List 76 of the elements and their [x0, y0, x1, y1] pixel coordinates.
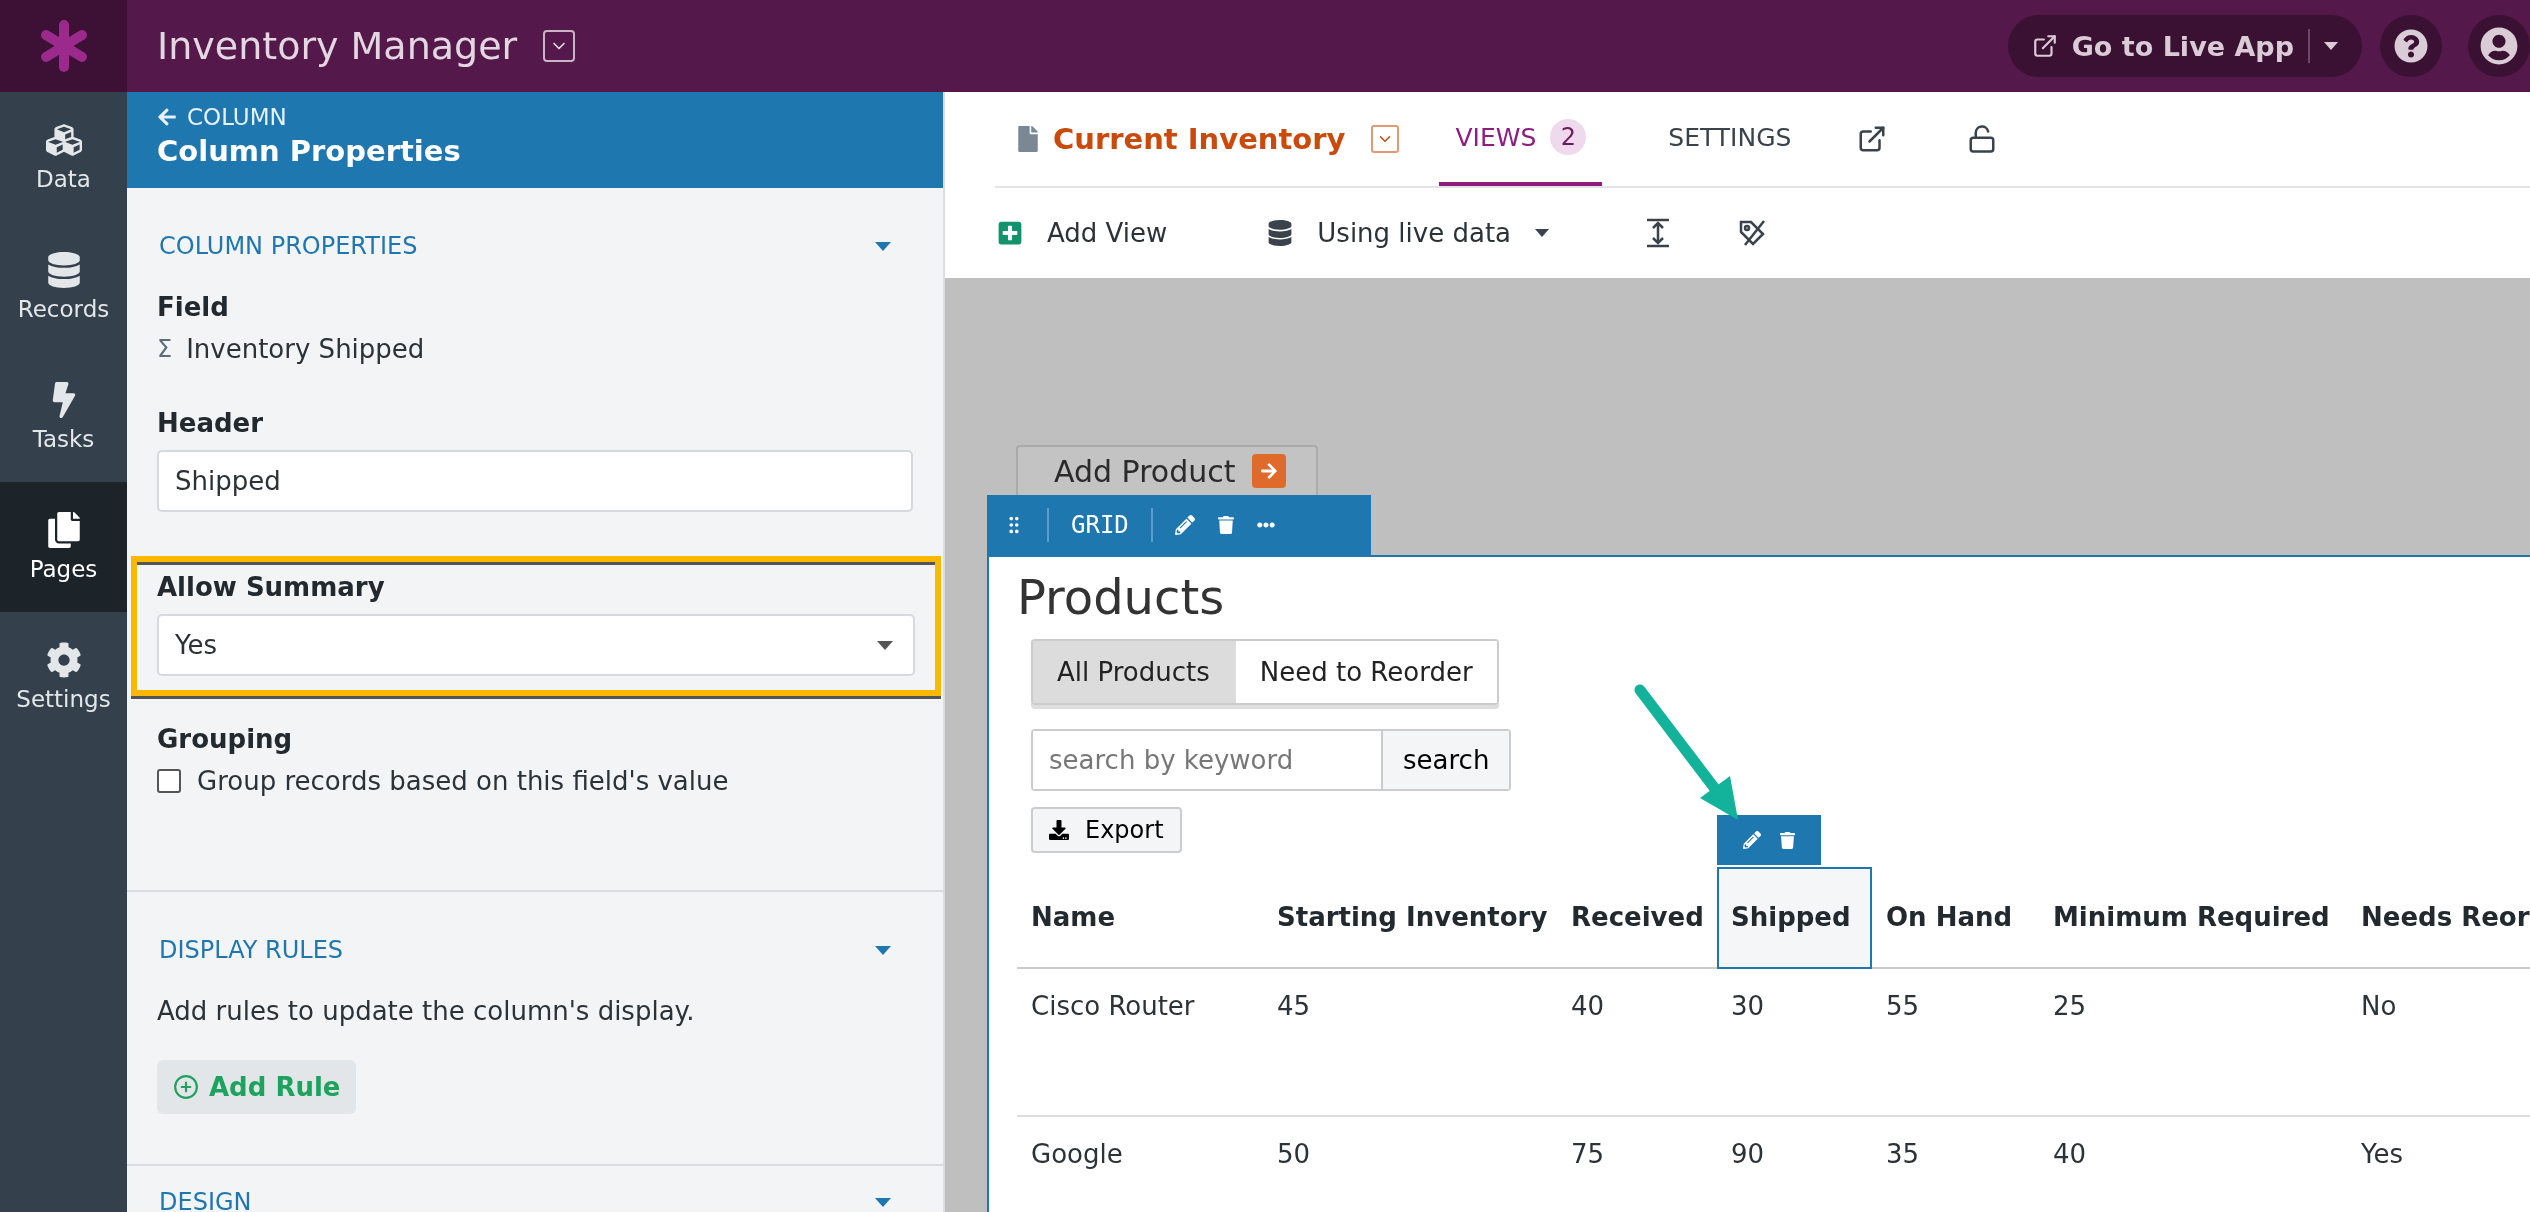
download-icon [1049, 820, 1069, 840]
nav-item[interactable]: Data [0, 92, 127, 222]
table-cell: No [2347, 969, 2530, 1117]
field-label: Grouping [157, 724, 294, 754]
plus-circle-icon [173, 1074, 199, 1100]
section-header[interactable]: DISPLAY RULES [157, 936, 913, 964]
table-cell: 30 [1717, 969, 1872, 1117]
element-type-label: GRID [1071, 511, 1129, 539]
back-arrow-icon [157, 107, 177, 127]
caret-icon [2324, 42, 2338, 50]
page-tab[interactable]: SETTINGS [1652, 92, 1808, 186]
table-cell: 40 [2039, 1117, 2347, 1212]
checkbox-label: Group records based on this field's value [197, 766, 729, 796]
arrow-right-icon [1251, 454, 1286, 488]
export-button[interactable]: Export [1031, 807, 1182, 853]
data-source-dropdown[interactable]: Using live data [1267, 218, 1550, 248]
table-cell: 45 [1263, 969, 1557, 1117]
table-cell: 50 [1263, 1117, 1557, 1212]
nav-item[interactable]: Records [0, 222, 127, 352]
summary-select[interactable]: Yes [157, 614, 915, 676]
nav-item[interactable]: Settings [0, 612, 127, 742]
filter-tab[interactable]: Need to Reorder [1233, 641, 1497, 703]
cubes-icon [45, 122, 82, 158]
filter-tab[interactable]: All Products [1033, 641, 1234, 703]
nav-item[interactable]: Tasks [0, 352, 127, 482]
nav-item[interactable]: Pages [0, 482, 127, 612]
edit-icon[interactable] [1174, 515, 1195, 535]
table-cell: 35 [1872, 1117, 2039, 1212]
add-view-button[interactable]: Add View [997, 218, 1168, 248]
delete-icon[interactable] [1778, 831, 1796, 849]
document-icon [1015, 126, 1041, 152]
edit-icon[interactable] [1742, 831, 1761, 849]
help-icon [2394, 29, 2428, 63]
app-title: Inventory Manager [157, 24, 518, 68]
field-name: Inventory Shipped [186, 334, 425, 364]
caret-icon [877, 640, 893, 650]
table-cell: 40 [1557, 969, 1717, 1117]
app-menu-button[interactable] [543, 30, 576, 62]
sigma-icon: Σ [157, 335, 173, 363]
panel-title: Column Properties [157, 134, 462, 168]
back-link[interactable]: COLUMN [157, 104, 287, 130]
caret-icon [875, 945, 891, 955]
database-icon [1267, 220, 1294, 246]
caret-icon [875, 1197, 891, 1207]
section-header[interactable]: DESIGN [157, 1188, 913, 1212]
table-cell: Cisco Router [1017, 969, 1263, 1117]
page-tab[interactable]: VIEWS 2 [1439, 92, 1603, 186]
field-label: Header [157, 408, 264, 438]
field-label: Allow Summary [157, 572, 386, 602]
add-product-button[interactable]: Add Product [1016, 445, 1318, 495]
settings-icon [45, 642, 82, 678]
table-cell: Yes [2347, 1117, 2530, 1212]
count-badge: 2 [1550, 119, 1587, 155]
live-app-button[interactable]: Go to Live App [2007, 15, 2362, 77]
caret-icon [875, 241, 891, 251]
table-cell: Google [1017, 1117, 1263, 1212]
plus-icon [997, 220, 1023, 246]
grid-title: Products [1017, 569, 1226, 625]
database-icon [45, 252, 82, 288]
page-name: Current Inventory [1053, 122, 1346, 156]
grouping-checkbox[interactable] [157, 769, 181, 793]
table-cell: 55 [1872, 969, 2039, 1117]
section-header[interactable]: COLUMN PROPERTIES [157, 232, 913, 260]
section-description: Add rules to update the column's display. [157, 996, 696, 1026]
tag-off-icon[interactable] [1737, 218, 1768, 248]
header-input[interactable]: Shipped [157, 450, 913, 512]
external-link-icon [2031, 33, 2058, 59]
page-menu-button[interactable] [1371, 125, 1400, 153]
pages-icon [45, 512, 82, 548]
caret-icon [1535, 229, 1550, 237]
table-cell: 90 [1717, 1117, 1872, 1212]
table-cell: 25 [2039, 969, 2347, 1117]
table-cell: 75 [1557, 1117, 1717, 1212]
field-label: Field [157, 292, 230, 322]
user-icon [2480, 27, 2518, 65]
delete-icon[interactable] [1216, 516, 1235, 534]
